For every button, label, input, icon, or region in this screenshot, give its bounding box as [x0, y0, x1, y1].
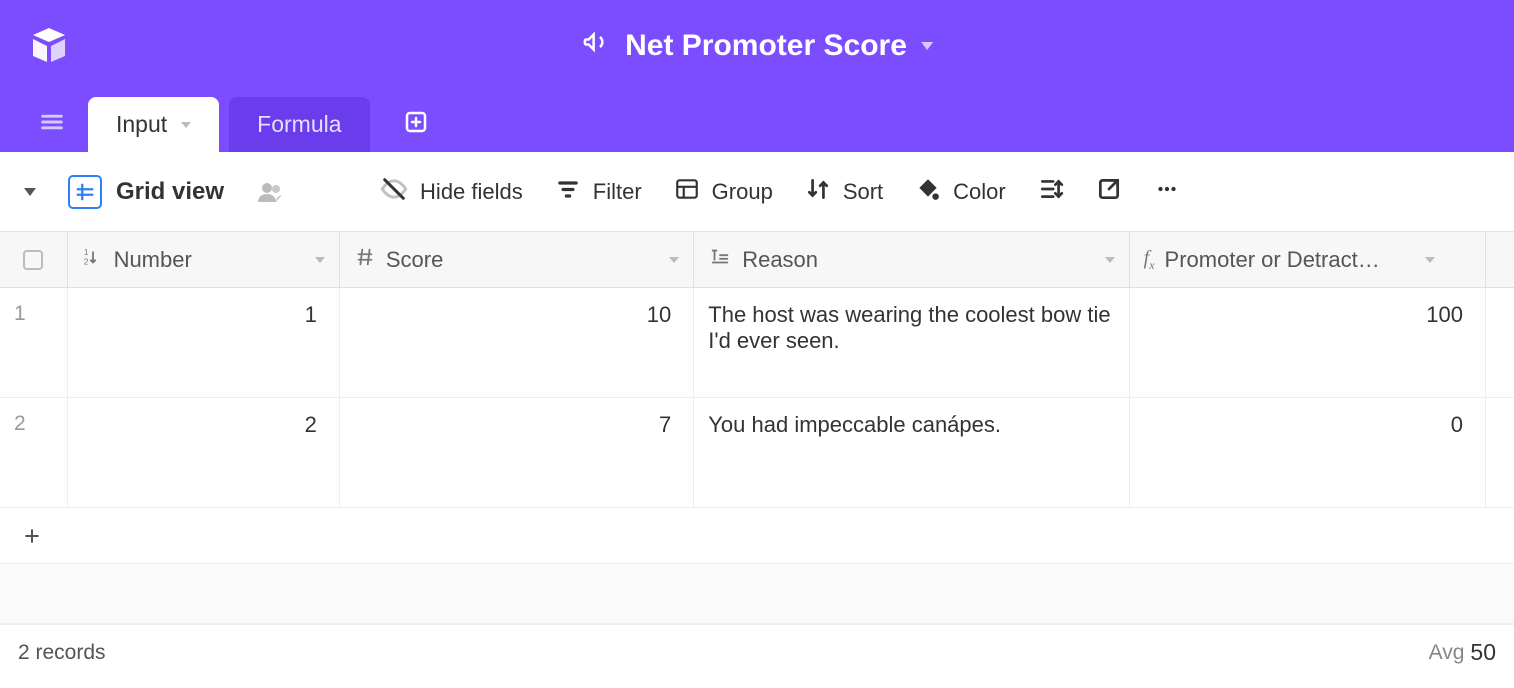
app-logo-icon[interactable]: [24, 21, 74, 71]
add-row-button[interactable]: [0, 508, 1514, 564]
view-switcher[interactable]: [24, 188, 36, 196]
header-top: Net Promoter Score: [0, 0, 1514, 92]
autonumber-icon: 12: [82, 246, 104, 274]
hide-fields-label: Hide fields: [420, 179, 523, 205]
column-header-reason[interactable]: Reason: [694, 232, 1129, 287]
column-header-score[interactable]: Score: [340, 232, 694, 287]
column-headers: 12 Number Score Reason fx Promoter or De…: [0, 232, 1514, 288]
tab-formula[interactable]: Formula: [229, 97, 369, 152]
sort-label: Sort: [843, 179, 883, 205]
view-name[interactable]: Grid view: [68, 175, 224, 209]
base-title[interactable]: Net Promoter Score: [581, 27, 933, 65]
megaphone-icon: [581, 27, 611, 65]
column-label: Promoter or Detract…: [1165, 247, 1425, 273]
group-label: Group: [712, 179, 773, 205]
share-view-button[interactable]: [1096, 176, 1122, 208]
cell-number[interactable]: 1: [68, 288, 340, 397]
avg-value: 50: [1470, 639, 1496, 666]
color-icon: [915, 176, 941, 208]
grid-footer: 2 records Avg 50: [0, 624, 1514, 680]
group-button[interactable]: Group: [674, 176, 773, 208]
add-column-area[interactable]: [1486, 232, 1514, 287]
table-tabs: Input Formula: [0, 92, 1514, 152]
column-label: Score: [386, 247, 669, 273]
row-number[interactable]: 1: [0, 288, 68, 397]
select-all-column[interactable]: [0, 232, 68, 287]
grid-view-icon: [68, 175, 102, 209]
column-header-promoter[interactable]: fx Promoter or Detract…: [1130, 232, 1486, 287]
chevron-down-icon[interactable]: [1105, 257, 1115, 263]
menu-button[interactable]: [28, 98, 76, 146]
cell-empty: [1486, 398, 1514, 507]
sort-icon: [805, 176, 831, 208]
share-collaborators-button[interactable]: [256, 180, 286, 204]
filter-button[interactable]: Filter: [555, 176, 642, 208]
chevron-down-icon[interactable]: [1425, 257, 1435, 263]
base-name-label: Net Promoter Score: [625, 29, 907, 63]
app-header: Net Promoter Score Input Formula: [0, 0, 1514, 152]
color-label: Color: [953, 179, 1006, 205]
cell-promoter[interactable]: 0: [1130, 398, 1486, 507]
long-text-icon: [708, 246, 732, 274]
tab-label: Input: [116, 111, 167, 138]
number-icon: [354, 246, 376, 274]
svg-text:1: 1: [83, 248, 88, 257]
row-number[interactable]: 2: [0, 398, 68, 507]
formula-icon: fx: [1144, 247, 1155, 273]
table-row[interactable]: 1 1 10 The host was wearing the coolest …: [0, 288, 1514, 398]
color-button[interactable]: Color: [915, 176, 1006, 208]
add-table-button[interactable]: [392, 98, 440, 146]
chevron-down-icon: [24, 188, 36, 196]
tab-input[interactable]: Input: [88, 97, 219, 152]
cell-number[interactable]: 2: [68, 398, 340, 507]
hide-fields-button[interactable]: Hide fields: [380, 175, 523, 209]
filter-label: Filter: [593, 179, 642, 205]
chevron-down-icon[interactable]: [669, 257, 679, 263]
cell-reason[interactable]: The host was wearing the coolest bow tie…: [694, 288, 1129, 397]
record-count: 2 records: [18, 641, 106, 665]
svg-text:2: 2: [83, 257, 88, 266]
select-all-checkbox[interactable]: [23, 250, 43, 270]
column-label: Reason: [742, 247, 1104, 273]
more-options-button[interactable]: [1154, 176, 1180, 208]
hide-fields-icon: [380, 175, 408, 209]
row-height-button[interactable]: [1038, 176, 1064, 208]
column-label: Number: [114, 247, 315, 273]
cell-score[interactable]: 7: [340, 398, 694, 507]
filter-icon: [555, 176, 581, 208]
chevron-down-icon: [181, 122, 191, 128]
cell-score[interactable]: 10: [340, 288, 694, 397]
table-row[interactable]: 2 2 7 You had impeccable canápes. 0: [0, 398, 1514, 508]
chevron-down-icon[interactable]: [315, 257, 325, 263]
cell-empty: [1486, 288, 1514, 397]
chevron-down-icon: [921, 42, 933, 50]
cell-promoter[interactable]: 100: [1130, 288, 1486, 397]
data-grid: 12 Number Score Reason fx Promoter or De…: [0, 232, 1514, 680]
view-toolbar: Grid view Hide fields Filter Group Sort …: [0, 152, 1514, 232]
summary-bar: [0, 564, 1514, 624]
group-icon: [674, 176, 700, 208]
view-name-label: Grid view: [116, 178, 224, 206]
cell-reason[interactable]: You had impeccable canápes.: [694, 398, 1129, 507]
sort-button[interactable]: Sort: [805, 176, 883, 208]
tab-label: Formula: [257, 111, 341, 138]
column-header-number[interactable]: 12 Number: [68, 232, 340, 287]
avg-label: Avg: [1429, 641, 1465, 665]
